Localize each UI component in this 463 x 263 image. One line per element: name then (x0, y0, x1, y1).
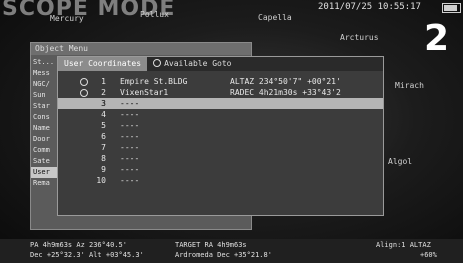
coord-row[interactable]: 5 ---- (58, 120, 383, 131)
battery-icon (442, 3, 461, 13)
status-target: TARGET RA 4h9m63s (175, 241, 247, 249)
row-name: ---- (120, 110, 140, 119)
coord-row-selected[interactable]: 3 ---- (58, 98, 383, 109)
coord-row[interactable]: 6 ---- (58, 131, 383, 142)
status-position-2: Dec +25°32.3' Alt +03°45.3' (30, 251, 144, 259)
row-name: ---- (120, 154, 140, 163)
status-position: PA 4h9m63s Az 236°40.5' (30, 241, 127, 249)
row-number: 5 (101, 121, 106, 130)
row-name: ---- (120, 165, 140, 174)
status-battery: +60% (420, 251, 437, 259)
tab-label: User Coordinates (64, 59, 142, 68)
row-name: ---- (120, 121, 140, 130)
sky-label: Capella (258, 13, 292, 22)
panel-tabs: User Coordinates Available Goto (58, 57, 383, 71)
tab-available-goto[interactable]: Available Goto (147, 57, 237, 71)
tab-user-coordinates[interactable]: User Coordinates (58, 57, 148, 71)
sky-label: Arcturus (340, 33, 379, 42)
row-coord: RADEC 4h21m30s +33°43'2 (230, 88, 341, 97)
step-number: 2 (424, 18, 450, 59)
datetime-display: 2011/07/25 10:55:17 (318, 2, 421, 12)
row-number: 7 (101, 143, 106, 152)
coord-row[interactable]: 10 ---- (58, 175, 383, 186)
user-coordinates-panel: User Coordinates Available Goto 1 Empire… (57, 56, 384, 216)
sky-label: Mercury (50, 14, 84, 23)
status-align: Align:1 ALTAZ (376, 241, 431, 249)
row-name: ---- (120, 99, 140, 108)
row-number: 6 (101, 132, 106, 141)
object-menu-title: Object Menu (31, 43, 251, 55)
coord-row[interactable]: 2 VixenStar1 RADEC 4h21m30s +33°43'2 (58, 87, 383, 98)
row-name: Empire St.BLDG (120, 77, 188, 86)
row-name: ---- (120, 132, 140, 141)
row-name: VixenStar1 (120, 88, 169, 97)
row-number: 8 (101, 154, 106, 163)
sky-label: Mirach (395, 81, 424, 90)
radio-icon (80, 89, 88, 97)
row-number: 10 (96, 176, 106, 185)
status-bar: PA 4h9m63s Az 236°40.5' Dec +25°32.3' Al… (0, 239, 463, 263)
coord-row[interactable]: 4 ---- (58, 109, 383, 120)
status-target-2: Ardromeda Dec +35°21.8' (175, 251, 272, 259)
row-number: 4 (101, 110, 106, 119)
scope-screen: SCOPE MODE 2011/07/25 10:55:17 Mercury P… (0, 0, 463, 263)
row-number: 3 (101, 99, 106, 108)
coord-row[interactable]: 1 Empire St.BLDG ALTAZ 234°50'7" +00°21' (58, 76, 383, 87)
row-name: ---- (120, 176, 140, 185)
radio-icon (80, 78, 88, 86)
row-number: 2 (101, 88, 106, 97)
row-coord: ALTAZ 234°50'7" +00°21' (230, 77, 341, 86)
coord-row[interactable]: 7 ---- (58, 142, 383, 153)
coord-row[interactable]: 8 ---- (58, 153, 383, 164)
row-name: ---- (120, 143, 140, 152)
row-number: 1 (101, 77, 106, 86)
sky-label: Algol (388, 157, 413, 166)
sky-label: Pollux (140, 10, 169, 19)
tab-label: Available Goto (164, 59, 232, 68)
row-number: 9 (101, 165, 106, 174)
radio-icon (153, 59, 162, 67)
coord-row[interactable]: 9 ---- (58, 164, 383, 175)
